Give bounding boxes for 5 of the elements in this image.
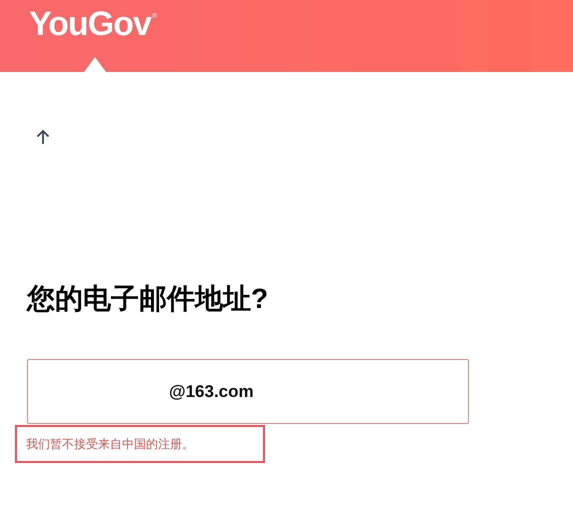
error-message: 我们暂不接受来自中国的注册。 <box>15 425 265 463</box>
notch-icon <box>84 57 106 72</box>
question-heading: 您的电子邮件地址? <box>27 282 270 316</box>
email-field[interactable]: @163.com <box>27 359 469 424</box>
up-arrow-icon[interactable] <box>36 129 50 145</box>
